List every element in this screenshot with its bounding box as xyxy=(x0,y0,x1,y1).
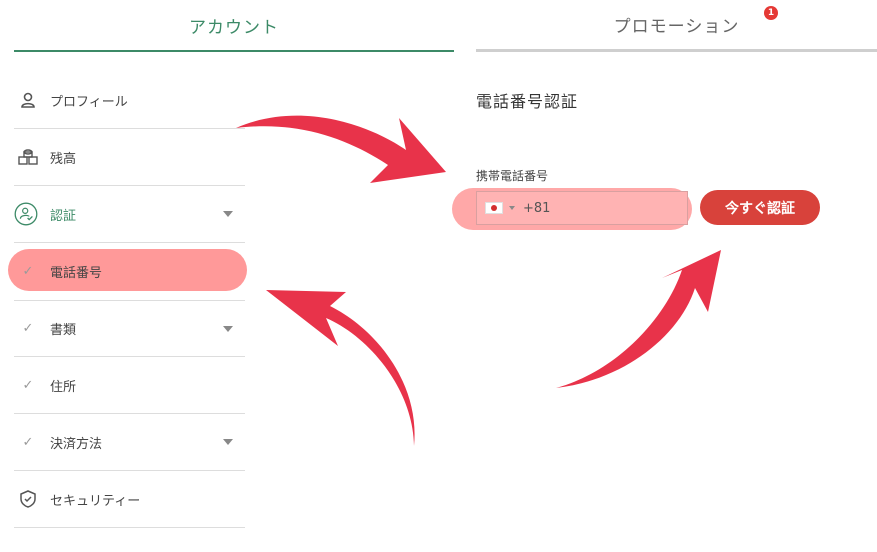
sidebar-item-payment[interactable]: ✓ 決済方法 xyxy=(14,414,245,471)
sidebar-item-security[interactable]: セキュリティー xyxy=(14,471,245,528)
check-icon: ✓ xyxy=(22,264,34,279)
sidebar-item-label: 認証 xyxy=(50,208,77,224)
top-tabs: アカウント プロモーション 1 xyxy=(0,0,877,52)
japan-flag-icon[interactable] xyxy=(485,202,503,214)
sidebar-item-address[interactable]: ✓ 住所 xyxy=(14,357,245,414)
tab-promotion-label: プロモーション xyxy=(613,17,740,37)
phone-input[interactable]: +81 xyxy=(476,191,688,225)
phone-prefix: +81 xyxy=(523,200,551,216)
sidebar-item-label: セキュリティー xyxy=(50,493,141,509)
arrow-to-phone-menu-icon xyxy=(266,290,415,446)
user-check-icon xyxy=(14,202,38,226)
tab-account-label: アカウント xyxy=(189,17,279,38)
selected-highlight xyxy=(8,249,247,291)
page-title: 電話番号認証 xyxy=(476,92,579,111)
sidebar-item-label: 電話番号 xyxy=(50,266,103,281)
sidebar-item-label: プロフィール xyxy=(50,94,128,110)
sidebar-item-verification[interactable]: 認証 xyxy=(14,186,245,243)
check-icon: ✓ xyxy=(22,377,34,393)
check-icon: ✓ xyxy=(22,321,34,336)
sidebar-item-label: 書類 xyxy=(50,323,77,338)
sidebar-item-label: 住所 xyxy=(50,379,77,395)
account-sidebar: プロフィール 残高 認証 ✓ 電話番号 ✓ 書類 ✓ 住所 ✓ 決済方法 セキュ… xyxy=(8,72,247,528)
chevron-down-icon[interactable] xyxy=(509,206,515,210)
notification-badge: 1 xyxy=(764,6,778,20)
sidebar-item-documents[interactable]: ✓ 書類 xyxy=(14,300,245,357)
sidebar-item-label: 残高 xyxy=(50,151,77,167)
sidebar-item-phone[interactable]: ✓ 電話番号 xyxy=(8,243,247,300)
chevron-down-icon xyxy=(223,325,233,332)
coins-icon xyxy=(18,147,38,167)
verify-now-button[interactable]: 今すぐ認証 xyxy=(700,190,820,225)
user-icon xyxy=(18,90,38,110)
chevron-down-icon xyxy=(223,439,233,445)
shield-icon xyxy=(18,489,38,509)
tab-promotion[interactable]: プロモーション 1 xyxy=(476,0,877,52)
tab-account[interactable]: アカウント xyxy=(14,0,454,52)
chevron-down-icon xyxy=(223,211,233,217)
sidebar-item-balance[interactable]: 残高 xyxy=(14,129,245,186)
phone-field-label: 携帯電話番号 xyxy=(476,169,549,183)
arrow-to-phone-field-icon xyxy=(236,115,446,183)
sidebar-item-label: 決済方法 xyxy=(50,436,103,452)
check-icon: ✓ xyxy=(22,434,34,450)
arrow-to-verify-button-icon xyxy=(556,250,721,388)
sidebar-item-profile[interactable]: プロフィール xyxy=(14,72,245,129)
